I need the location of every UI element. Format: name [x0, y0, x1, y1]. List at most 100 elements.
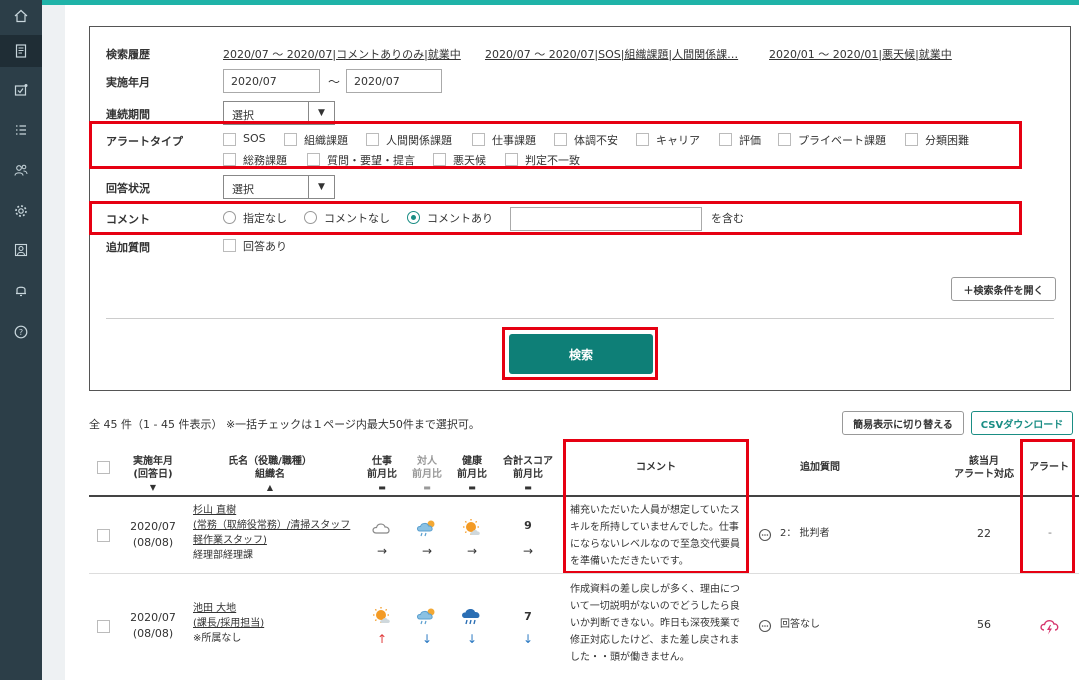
- users-icon[interactable]: [0, 154, 42, 186]
- sort-none-icon: ▬: [524, 483, 532, 492]
- header-work[interactable]: 仕事 前月比 ▬: [362, 455, 402, 494]
- speech-bubble-icon: [758, 528, 772, 542]
- panel-divider: [106, 318, 1054, 319]
- alert-type-label-eval: 評価: [739, 134, 761, 147]
- header-person-text: 対人 前月比: [412, 456, 442, 480]
- alert-type-checkbox-general[interactable]: [223, 153, 236, 166]
- svg-text:?: ?: [19, 328, 23, 337]
- alert-type-label: アラートタイプ: [106, 135, 183, 148]
- header-extra: 追加質問: [800, 462, 840, 473]
- trend-flat-icon: →: [522, 544, 534, 558]
- comment-label: コメント: [106, 213, 150, 226]
- alert-type-checkbox-relation[interactable]: [366, 133, 379, 146]
- alert-type-checkbox-private[interactable]: [778, 133, 791, 146]
- extra-checkbox[interactable]: [223, 239, 236, 252]
- row-org: 経理部経理課: [193, 550, 253, 561]
- row-role[interactable]: (課長/採用担当): [193, 616, 353, 631]
- alert-type-label-general: 総務課題: [243, 154, 287, 167]
- alert-type-checkbox-mismatch[interactable]: [505, 153, 518, 166]
- chevron-down-icon: ▼: [308, 176, 334, 198]
- open-conditions-button[interactable]: ＋検索条件を開く: [951, 277, 1056, 301]
- comment-radio-without[interactable]: [304, 211, 317, 224]
- results-summary: 全 45 件（1 - 45 件表示） ※一括チェックは１ページ内最大50件まで選…: [89, 418, 480, 431]
- row-org: ※所属なし: [193, 633, 242, 644]
- history-label: 検索履歴: [106, 48, 150, 61]
- speech-bubble-icon: [758, 619, 772, 633]
- comment-radio-with[interactable]: [407, 211, 420, 224]
- alert-type-label-sos: SOS: [243, 132, 266, 145]
- row-checkbox[interactable]: [97, 529, 110, 542]
- header-comment: コメント: [636, 462, 676, 473]
- row-name-link[interactable]: 杉山 直樹: [193, 503, 353, 518]
- header-name-text: 氏名（役職/職種） 組織名: [228, 456, 312, 480]
- list-icon[interactable]: [0, 114, 42, 146]
- person-frame-icon[interactable]: [0, 234, 42, 266]
- row-answer-date: (08/08): [132, 627, 174, 640]
- alert-type-checkbox-question[interactable]: [307, 153, 320, 166]
- home-icon[interactable]: [0, 0, 42, 32]
- help-icon[interactable]: ?: [0, 316, 42, 348]
- answer-status-select[interactable]: 選択 ▼: [223, 175, 335, 199]
- highlight-alert-column: [1020, 439, 1075, 574]
- history-link-1[interactable]: 2020/07 ～ 2020/07|コメントありのみ|就業中: [223, 46, 461, 62]
- continuous-label: 連続期間: [106, 108, 150, 121]
- header-health-text: 健康 前月比: [457, 456, 487, 480]
- toggle-view-button[interactable]: 簡易表示に切り替える: [842, 411, 964, 435]
- search-button[interactable]: 検索: [509, 334, 653, 374]
- trend-down-icon: ↓: [522, 632, 534, 646]
- header-date-text: 実施年月 (回答日): [133, 456, 173, 480]
- trend-flat-icon: →: [421, 544, 433, 558]
- continuous-select[interactable]: 選択 ▼: [223, 101, 335, 125]
- survey-icon[interactable]: [0, 74, 42, 106]
- extra-checkbox-label: 回答あり: [243, 240, 287, 253]
- row-date: 2020/07 (08/08): [118, 610, 188, 642]
- alert-type-label-work: 仕事課題: [492, 134, 536, 147]
- top-accent-bar: [42, 0, 1079, 5]
- row-total-score: 9: [524, 519, 532, 532]
- row-alert-count: 22: [977, 527, 991, 540]
- alert-type-checkbox-eval[interactable]: [719, 133, 732, 146]
- alert-type-label-relation: 人間関係課題: [386, 134, 452, 147]
- continuous-select-value: 選択: [232, 109, 254, 122]
- comment-keyword-input[interactable]: [510, 207, 702, 231]
- comment-radio-none[interactable]: [223, 211, 236, 224]
- alert-type-checkbox-health[interactable]: [554, 133, 567, 146]
- trend-up-icon: ↑: [376, 632, 388, 646]
- period-from-input[interactable]: [223, 69, 320, 93]
- document-icon[interactable]: [0, 35, 42, 67]
- header-person[interactable]: 対人 前月比 ▬: [407, 455, 447, 494]
- trend-down-icon: ↓: [421, 632, 433, 646]
- table-header-divider: [89, 495, 1079, 497]
- select-all-checkbox[interactable]: [97, 461, 110, 474]
- answer-status-label: 回答状況: [106, 182, 150, 195]
- cloud-sun-rain-icon: [416, 520, 435, 537]
- row-comment: 補充いただいた人員が想定していたスキルを所持していませんでした。仕事にならないレ…: [570, 505, 740, 567]
- csv-download-button[interactable]: CSVダウンロード: [971, 411, 1073, 435]
- content-gutter: [42, 5, 65, 680]
- alert-type-checkbox-bad-weather[interactable]: [433, 153, 446, 166]
- row-checkbox[interactable]: [97, 620, 110, 633]
- header-health[interactable]: 健康 前月比 ▬: [452, 455, 492, 494]
- row-name-link[interactable]: 池田 大地: [193, 601, 353, 616]
- period-to-input[interactable]: [346, 69, 442, 93]
- lightning-alert-icon[interactable]: [1038, 616, 1060, 636]
- alert-type-checkbox-unclassified[interactable]: [905, 133, 918, 146]
- alert-type-label-bad-weather: 悪天候: [453, 154, 486, 167]
- row-role[interactable]: (常務（取締役常務）/清掃スタッフ 軽作業スタッフ): [193, 518, 353, 548]
- sun-cloud-icon: [373, 607, 390, 623]
- alert-type-checkbox-work[interactable]: [472, 133, 485, 146]
- history-link-3[interactable]: 2020/01 ～ 2020/01|悪天候|就業中: [769, 46, 952, 62]
- alert-type-checkbox-career[interactable]: [636, 133, 649, 146]
- extra-label: 追加質問: [106, 241, 150, 254]
- header-alert: アラート: [1029, 462, 1069, 473]
- row-date-month: 2020/07: [130, 520, 176, 533]
- bell-icon[interactable]: [0, 274, 42, 306]
- history-link-2[interactable]: 2020/07 ～ 2020/07|SOS|組織課題|人間関係課…: [485, 46, 738, 62]
- alert-type-label-health: 体調不安: [574, 134, 618, 147]
- header-name[interactable]: 氏名（役職/職種） 組織名 ▲: [215, 455, 325, 494]
- alert-type-checkbox-sos[interactable]: [223, 133, 236, 146]
- alert-type-checkbox-org[interactable]: [284, 133, 297, 146]
- gear-icon[interactable]: [0, 195, 42, 227]
- header-date[interactable]: 実施年月 (回答日) ▼: [118, 455, 188, 494]
- header-total[interactable]: 合計スコア 前月比 ▬: [498, 455, 558, 494]
